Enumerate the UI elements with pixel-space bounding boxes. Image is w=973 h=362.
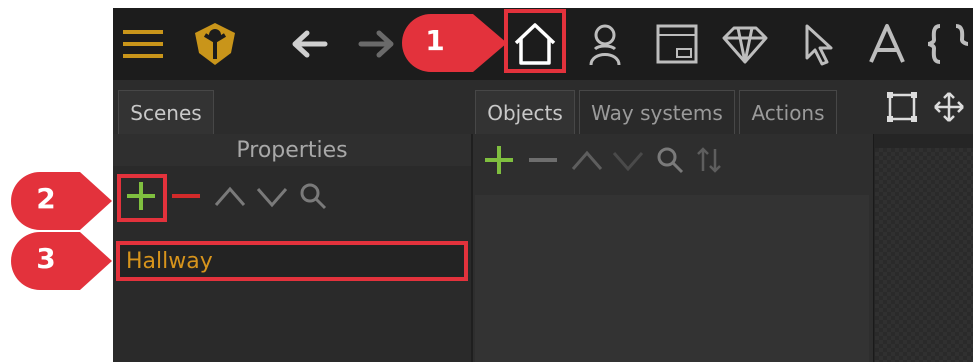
- chevron-down-icon: [611, 143, 645, 181]
- menu-icon: [121, 24, 165, 64]
- dialog-button[interactable]: [653, 16, 701, 72]
- chevron-up-icon: [570, 143, 604, 181]
- callout-number-2: 2: [36, 182, 56, 215]
- font-icon: [867, 22, 907, 66]
- object-up-button[interactable]: [567, 144, 607, 180]
- scene-name: Hallway: [126, 248, 213, 274]
- back-button[interactable]: [285, 16, 333, 72]
- objects-toolbar: [479, 144, 727, 180]
- tab-way-systems-label: Way systems: [591, 100, 723, 125]
- logo-button[interactable]: [191, 16, 239, 72]
- tab-scenes-label: Scenes: [130, 100, 202, 125]
- remove-object-button[interactable]: [519, 144, 567, 180]
- forward-button[interactable]: [353, 16, 401, 72]
- home-highlight-frame: [504, 9, 566, 73]
- app-window: Scenes Objects Way systems Actions Prope…: [113, 8, 973, 362]
- add-button-highlight-frame: [117, 174, 167, 222]
- tab-scenes[interactable]: Scenes: [118, 90, 214, 134]
- move-button[interactable]: [931, 92, 967, 126]
- move-arrows-icon: [933, 91, 965, 127]
- dialog-icon: [655, 23, 699, 65]
- user-button[interactable]: [581, 16, 629, 72]
- tab-actions[interactable]: Actions: [739, 90, 837, 134]
- scene-list-item[interactable]: Hallway: [116, 241, 468, 281]
- callout-badge-3: 3: [10, 230, 114, 292]
- font-button[interactable]: [863, 16, 911, 72]
- tab-way-systems[interactable]: Way systems: [579, 90, 735, 134]
- move-up-button[interactable]: [211, 178, 249, 218]
- tab-actions-label: Actions: [751, 100, 825, 125]
- properties-title: Properties: [113, 134, 471, 166]
- search-scenes-button[interactable]: [295, 178, 331, 218]
- canvas-area[interactable]: [875, 148, 973, 362]
- add-object-button[interactable]: [479, 144, 519, 180]
- object-down-button[interactable]: [607, 144, 649, 180]
- logo-icon: [193, 21, 237, 67]
- callout-number-3: 3: [36, 242, 56, 275]
- user-icon: [585, 21, 625, 67]
- braces-button[interactable]: [923, 16, 971, 72]
- cursor-button[interactable]: [795, 16, 843, 72]
- minus-icon: [526, 143, 560, 181]
- back-arrow-icon: [289, 29, 329, 59]
- tab-objects-label: Objects: [487, 100, 563, 125]
- minus-icon: [169, 179, 203, 217]
- select-frame-icon: [886, 91, 918, 127]
- search-icon: [298, 181, 328, 215]
- tab-objects[interactable]: Objects: [475, 90, 575, 134]
- chevron-down-icon: [255, 179, 289, 217]
- sort-icon: [694, 145, 724, 179]
- remove-scene-button[interactable]: [161, 178, 211, 218]
- cursor-icon: [801, 22, 837, 66]
- diamond-icon: [722, 24, 768, 64]
- callout-badge-2: 2: [10, 170, 114, 232]
- sort-objects-button[interactable]: [691, 144, 727, 180]
- objects-list[interactable]: [475, 195, 869, 362]
- select-frame-button[interactable]: [885, 92, 919, 126]
- forward-arrow-icon: [357, 29, 397, 59]
- braces-icon: [924, 22, 970, 66]
- search-icon: [655, 145, 685, 179]
- diamond-button[interactable]: [721, 16, 769, 72]
- callout-number-1: 1: [425, 24, 445, 57]
- callout-badge-1: 1: [401, 12, 509, 74]
- search-objects-button[interactable]: [649, 144, 691, 180]
- chevron-up-icon: [213, 179, 247, 217]
- plus-icon: [482, 143, 516, 181]
- main-toolbar: [113, 8, 973, 80]
- move-down-button[interactable]: [249, 178, 295, 218]
- menu-button[interactable]: [119, 16, 167, 72]
